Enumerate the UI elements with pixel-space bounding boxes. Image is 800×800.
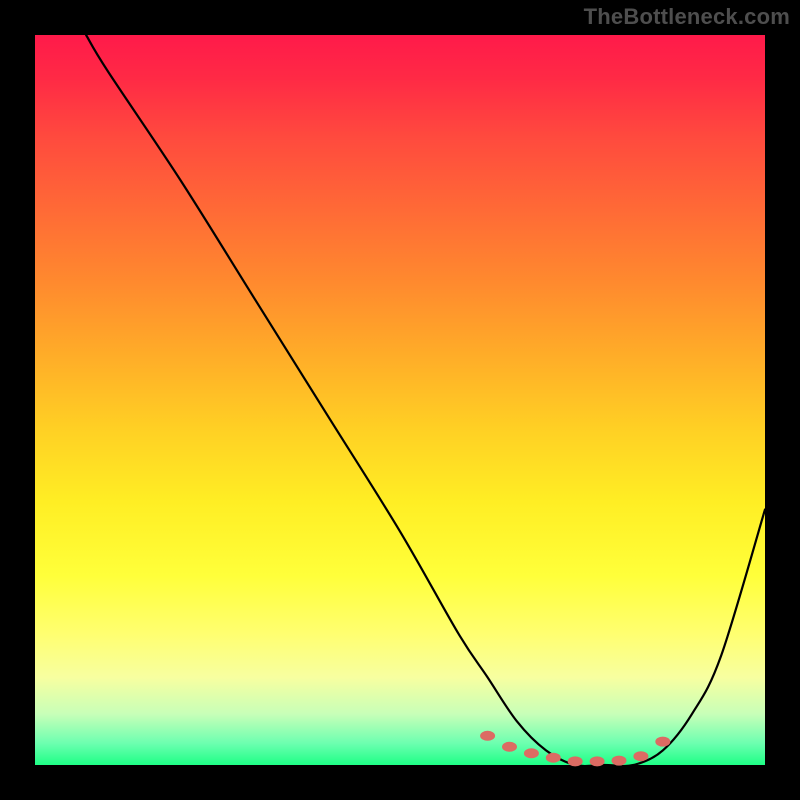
- curve-marker: [503, 742, 517, 751]
- curve-marker: [524, 749, 538, 758]
- curve-marker: [568, 757, 582, 766]
- curve-marker: [612, 756, 626, 765]
- curve-marker: [656, 737, 670, 746]
- curve-marker: [590, 757, 604, 766]
- bottleneck-curve: [86, 35, 765, 766]
- curve-marker: [634, 752, 648, 761]
- watermark-text: TheBottleneck.com: [584, 4, 790, 30]
- marker-group: [481, 731, 670, 766]
- plot-area: [35, 35, 765, 765]
- curve-marker: [546, 753, 560, 762]
- chart-svg: [35, 35, 765, 765]
- curve-marker: [481, 731, 495, 740]
- chart-frame: TheBottleneck.com: [0, 0, 800, 800]
